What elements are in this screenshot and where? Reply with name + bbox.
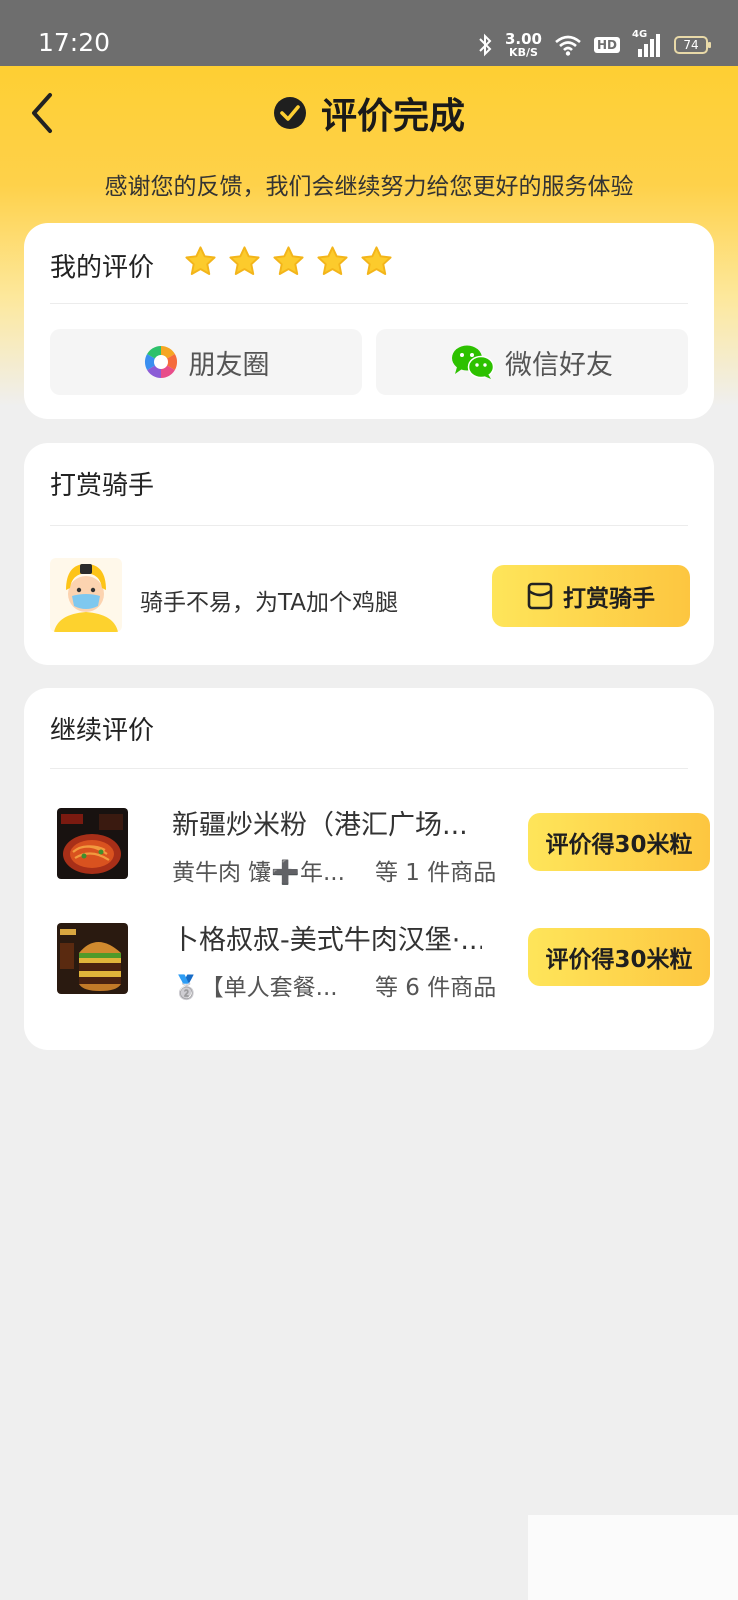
tip-button-label: 打赏骑手 (563, 586, 655, 612)
star-icon (273, 246, 304, 275)
page-subtitle: 感谢您的反馈，我们会继续努力给您更好的服务体验 (104, 174, 634, 200)
star-icon (229, 246, 260, 275)
order-count: 等 1 件商品 (375, 860, 497, 886)
star-icon (185, 246, 216, 275)
rating-stars (184, 245, 393, 277)
order-thumbnail (57, 923, 128, 994)
share-wechat-button[interactable]: 微信好友 (376, 329, 688, 395)
tip-rider-button[interactable]: 打赏骑手 (492, 565, 690, 627)
rider-illustration (54, 564, 118, 632)
burger-dish-image (57, 923, 128, 994)
order-count: 等 6 件商品 (375, 975, 497, 1001)
star-icon (361, 246, 392, 275)
wechat-icon (452, 345, 495, 379)
check-circle-icon (273, 97, 306, 129)
my-rating-card: 我的评价 朋友圈 微信好友 (24, 223, 714, 419)
status-bar: 17:20 3.00 KB/S HD 4G 74 (0, 0, 738, 66)
tip-card-title: 打赏骑手 (50, 471, 155, 501)
status-icons: 3.00 KB/S HD 4G 74 (477, 29, 711, 60)
moments-icon (144, 345, 177, 379)
continue-review-divider (50, 768, 688, 769)
star-icon (317, 246, 348, 275)
rider-avatar (50, 558, 122, 632)
order-item[interactable]: 卜格叔叔-美式牛肉汉堡·... 🥈【单人套餐... 等 6 件商品 评价得30米… (50, 918, 710, 1001)
order-items: 黄牛肉 馕➕年... (172, 860, 345, 886)
review-reward-button[interactable]: 评价得30米粒 (528, 813, 710, 871)
order-thumbnail (57, 808, 128, 879)
share-moments-label: 朋友圈 (188, 349, 270, 381)
speed-value: 3.00 (504, 30, 542, 48)
bluetooth-icon (479, 33, 492, 57)
order-items: 🥈【单人套餐... (172, 975, 338, 1001)
share-moments-button[interactable]: 朋友圈 (50, 329, 362, 395)
corner-overlay (528, 1515, 738, 1600)
order-item[interactable]: 新疆炒米粉（港汇广场... 黄牛肉 馕➕年... 等 1 件商品 评价得30米粒 (50, 803, 710, 886)
order-shop-name: 卜格叔叔-美式牛肉汉堡·... (172, 925, 482, 956)
network-speed: 3.00 KB/S (504, 30, 542, 59)
rice-noodle-dish-image (57, 808, 128, 879)
battery-level: 74 (683, 38, 699, 52)
continue-review-title: 继续评价 (50, 716, 155, 746)
rating-divider (50, 303, 688, 304)
share-wechat-label: 微信好友 (505, 349, 613, 381)
tip-rider-card: 打赏骑手 骑手不易，为TA加个鸡腿 打赏骑手 (24, 443, 714, 665)
page-title: 评价完成 (0, 86, 738, 140)
review-reward-button[interactable]: 评价得30米粒 (528, 928, 710, 986)
page-title-text: 评价完成 (320, 96, 465, 137)
cellular-signal: 4G (632, 29, 662, 57)
tip-divider (50, 525, 688, 526)
my-rating-label: 我的评价 (50, 253, 155, 283)
continue-review-card: 继续评价 新疆炒米粉（港汇广场... 黄牛肉 馕➕年... 等 1 件商品 评价… (24, 688, 714, 1050)
red-packet-icon (527, 582, 553, 610)
signal-bars-icon (638, 34, 660, 57)
battery-indicator: 74 (674, 36, 711, 54)
hd-badge: HD (593, 37, 620, 53)
tip-message: 骑手不易，为TA加个鸡腿 (140, 590, 398, 616)
wifi-icon (555, 35, 581, 56)
order-shop-name: 新疆炒米粉（港汇广场... (172, 810, 468, 841)
status-time: 17:20 (38, 28, 111, 57)
speed-unit: KB/S (509, 46, 538, 59)
